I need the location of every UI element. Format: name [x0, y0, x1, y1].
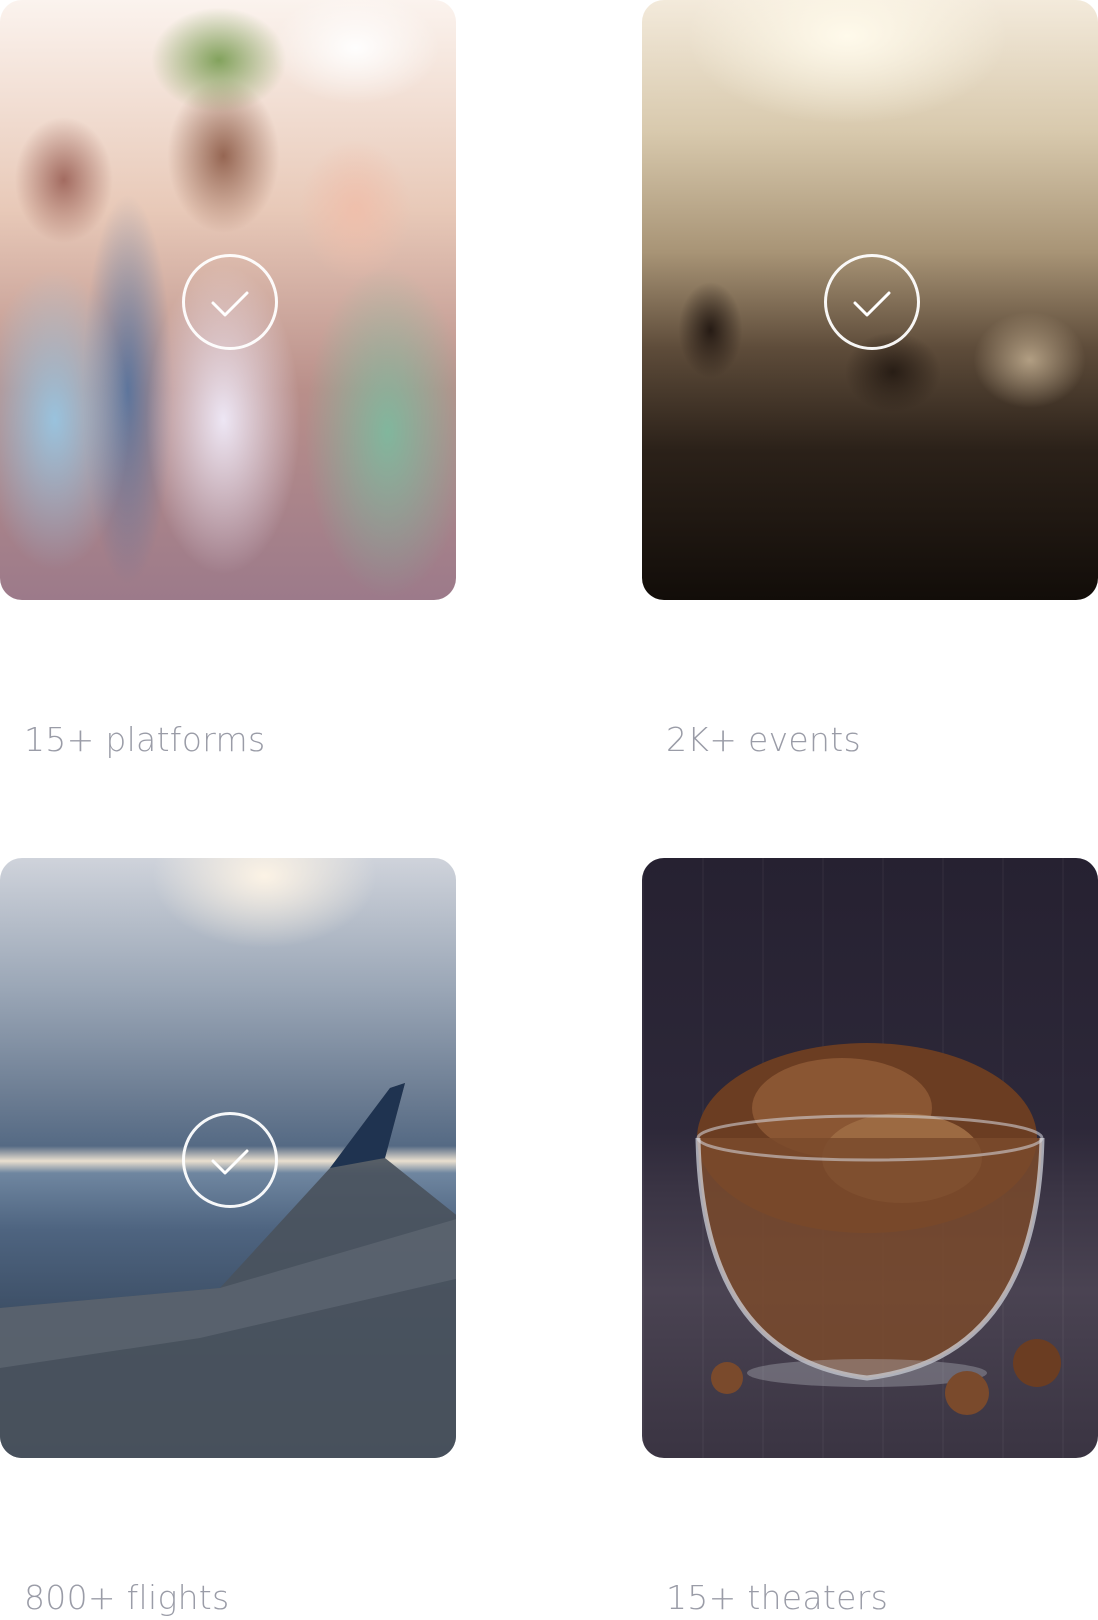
caption-theaters: 15+ theaters	[666, 1578, 889, 1617]
card-platforms[interactable]	[0, 0, 456, 600]
popcorn-bowl-photo	[642, 858, 1098, 1458]
caption-events: 2K+ events	[666, 720, 861, 759]
card-events[interactable]	[642, 0, 1098, 600]
caption-flights: 800+ flights	[24, 1578, 230, 1617]
check-icon	[182, 1112, 278, 1208]
card-flights[interactable]	[0, 858, 456, 1458]
check-icon	[182, 254, 278, 350]
caption-platforms: 15+ platforms	[24, 720, 266, 759]
check-icon	[824, 254, 920, 350]
card-theaters[interactable]	[642, 858, 1098, 1458]
